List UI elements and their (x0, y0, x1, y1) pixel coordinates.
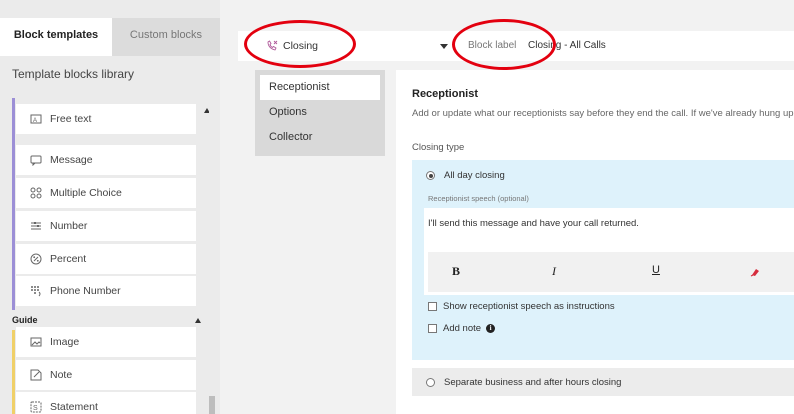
show-instructions-option[interactable]: Show receptionist speech as instructions (428, 301, 615, 312)
sidebar-item-image[interactable]: Image (16, 327, 196, 357)
add-note-option[interactable]: Add note i (428, 323, 496, 334)
info-icon[interactable]: i (486, 324, 496, 333)
image-icon (29, 335, 43, 349)
sidebar-item-percent[interactable]: Percent (16, 244, 196, 274)
separate-closing-row[interactable]: Separate business and after hours closin… (412, 368, 794, 396)
block-label-caption: Block label (468, 40, 517, 51)
sidebar-item-label: Multiple Choice (50, 187, 122, 199)
separate-closing-radio[interactable] (426, 378, 435, 387)
scroll-up-icon[interactable] (204, 108, 209, 113)
section-nav: Receptionist Options Collector (255, 70, 385, 156)
section-receptionist[interactable]: Receptionist (260, 75, 380, 100)
all-day-closing-option[interactable]: All day closing (426, 170, 505, 181)
statement-icon: S (29, 400, 43, 414)
show-instructions-checkbox[interactable] (428, 302, 437, 311)
guide-label: Guide (12, 315, 38, 325)
sidebar-item-label: Image (50, 336, 80, 348)
sidebar-tabs: Block templates Custom blocks (0, 18, 220, 56)
highlighter-icon[interactable] (750, 266, 760, 277)
phone-number-icon (29, 284, 43, 298)
italic-button[interactable]: I (552, 264, 556, 279)
sidebar-item-label: Statement (50, 401, 98, 413)
scrollbar-thumb[interactable] (209, 396, 215, 414)
sidebar-item-message[interactable]: Message (16, 145, 196, 175)
add-note-checkbox[interactable] (428, 324, 437, 333)
separate-closing-option[interactable]: Separate business and after hours closin… (426, 377, 621, 388)
speech-label: Receptionist speech (optional) (428, 194, 529, 203)
sidebar-item-label: Free text (50, 113, 92, 125)
separate-closing-label: Separate business and after hours closin… (444, 377, 622, 388)
sidebar-item-multiple-choice[interactable]: Multiple Choice (16, 178, 196, 208)
add-note-label: Add note (443, 323, 482, 334)
sidebar-scrollbar[interactable] (204, 98, 209, 414)
speech-text[interactable]: I'll send this message and have your cal… (428, 218, 639, 229)
show-instructions-label: Show receptionist speech as instructions (443, 301, 615, 312)
chevron-down-icon[interactable] (440, 44, 448, 49)
sidebar: Block templates Custom blocks Template b… (0, 0, 220, 414)
tab-block-templates[interactable]: Block templates (0, 18, 112, 56)
number-icon (29, 219, 43, 233)
sidebar-item-label: Message (50, 154, 93, 166)
block-type-select[interactable]: Closing (266, 31, 318, 61)
note-icon (29, 368, 43, 382)
message-icon (29, 153, 43, 167)
sidebar-item-label: Phone Number (50, 285, 121, 297)
svg-text:A: A (33, 118, 37, 124)
percent-icon (29, 252, 43, 266)
sidebar-item-number[interactable]: Number (16, 211, 196, 241)
guide-group-accent (12, 330, 15, 414)
formatting-toolbar: B I U (428, 252, 794, 292)
section-options[interactable]: Options (260, 100, 380, 125)
sidebar-item-free-text[interactable]: A Free text (16, 104, 196, 134)
card-description: Add or update what our receptionists say… (412, 108, 794, 119)
underline-button[interactable]: U (652, 264, 660, 276)
sidebar-item-label: Number (50, 220, 88, 232)
sidebar-item-note[interactable]: Note (16, 360, 196, 390)
block-type-label: Closing (283, 40, 319, 52)
card-title: Receptionist (412, 88, 479, 100)
fields-group-accent (12, 98, 15, 310)
block-header-bar: Closing Block label Closing - All Calls (238, 31, 794, 61)
collapse-icon[interactable] (195, 317, 201, 323)
sidebar-item-statement[interactable]: S Statement (16, 392, 196, 414)
all-day-closing-radio[interactable] (426, 171, 435, 180)
sidebar-item-label: Percent (50, 253, 87, 265)
block-label-input[interactable]: Closing - All Calls (528, 31, 606, 61)
multiple-choice-icon (29, 186, 43, 200)
closing-type-label: Closing type (412, 142, 465, 153)
bold-button[interactable]: B (452, 264, 460, 279)
section-collector[interactable]: Collector (260, 125, 380, 150)
receptionist-card: Receptionist Add or update what our rece… (396, 70, 794, 414)
all-day-closing-panel: All day closing Receptionist speech (opt… (412, 160, 794, 360)
closing-phone-icon (266, 40, 278, 52)
svg-text:S: S (33, 405, 38, 412)
library-title: Template blocks library (12, 67, 135, 81)
block-list: A Free text Message Multiple Choice Numb… (12, 98, 209, 414)
all-day-closing-label: All day closing (444, 170, 505, 181)
sidebar-item-label: Note (50, 369, 73, 381)
sidebar-item-phone-number[interactable]: Phone Number (16, 276, 196, 306)
free-text-icon: A (29, 112, 43, 126)
tab-custom-blocks[interactable]: Custom blocks (112, 18, 220, 56)
